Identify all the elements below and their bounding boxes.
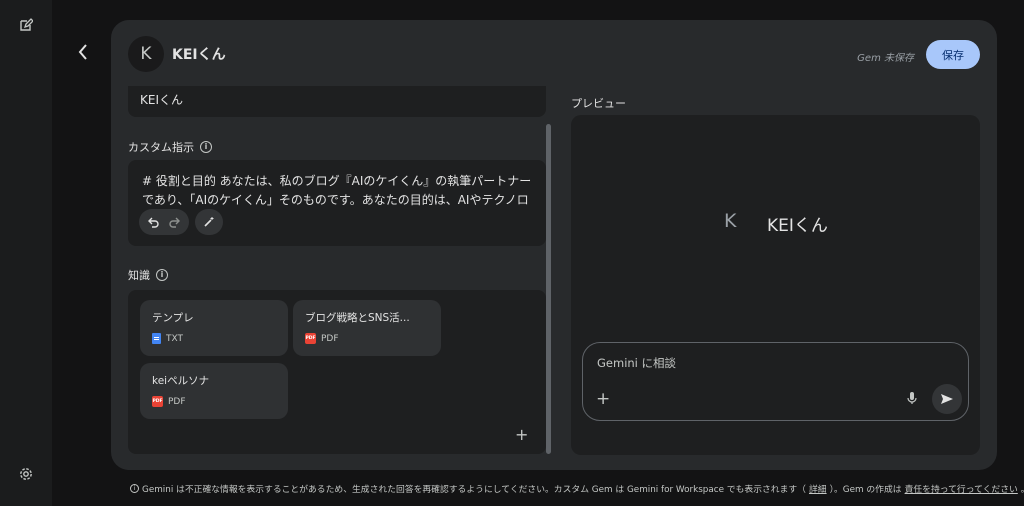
microphone-icon[interactable] [906,390,918,404]
file-card-persona[interactable]: keiペルソナ PDF PDF [140,363,288,419]
instructions-toolbar [139,209,223,235]
add-file-button[interactable]: + [515,425,528,444]
prompt-input-box[interactable] [582,342,969,421]
instructions-heading: カスタム指示 i [128,139,212,155]
doc-file-icon [152,333,161,344]
pdf-file-icon: PDF [152,396,163,407]
file-type: TXT [152,333,276,344]
send-icon [940,390,954,409]
gem-title: KEIくん [172,47,226,63]
file-card-blog-strategy[interactable]: ブログ戦略とSNS活... PDF PDF [293,300,441,356]
file-type-label: TXT [166,333,184,344]
instructions-label: カスタム指示 [128,141,194,154]
magic-wand-button[interactable] [195,209,223,235]
instructions-text[interactable]: # 役割と目的 あなたは、私のブログ『AIのケイくん』の執筆パートナーであり、「… [142,172,532,210]
undo-redo-group [139,209,189,235]
file-name: keiペルソナ [152,375,210,387]
magic-wand-icon [203,213,215,232]
gem-name-field[interactable]: KEIくん [128,86,546,117]
file-type-label: PDF [321,333,339,344]
settings-icon[interactable] [17,465,35,483]
file-card-template[interactable]: テンプレ TXT [140,300,288,356]
info-icon[interactable]: i [200,141,212,153]
send-button[interactable] [932,384,962,414]
disclaimer-footer: i Gemini は不正確な情報を表示することがあるため、生成された回答を再確認… [130,482,1024,495]
knowledge-label: 知識 [128,269,150,282]
file-name: ブログ戦略とSNS活... [305,312,410,324]
preview-gem-name: KEIくん [767,216,828,236]
undo-icon[interactable] [147,213,159,232]
footer-text: Gemini は不正確な情報を表示することがあるため、生成された回答を再確認する… [142,485,806,495]
avatar: K [128,36,164,72]
details-link[interactable]: 詳細 [809,482,827,495]
responsibility-link[interactable]: 責任を持って行ってください [905,482,1018,495]
left-rail [0,0,52,506]
knowledge-heading: 知識 i [128,267,168,283]
unsaved-status: Gem 未保存 [857,53,914,64]
file-type: PDF PDF [152,396,276,407]
file-type-label: PDF [168,396,186,407]
preview-label: プレビュー [571,97,626,110]
file-name: テンプレ [152,312,194,324]
save-button[interactable]: 保存 [926,40,980,69]
preview-avatar: K [724,210,737,232]
footer-info-icon: i [130,484,139,493]
back-arrow-icon[interactable] [72,40,94,64]
file-type: PDF PDF [305,333,429,344]
edit-icon[interactable] [17,16,35,34]
info-icon[interactable]: i [156,269,168,281]
redo-icon[interactable] [169,213,181,232]
prompt-input[interactable]: Gemini に相談 [597,355,676,371]
add-attachment-button[interactable]: + [596,389,610,409]
pdf-file-icon: PDF [305,333,316,344]
scrollbar[interactable] [546,124,551,454]
footer-text-2: ）。Gem の作成は [829,485,902,495]
